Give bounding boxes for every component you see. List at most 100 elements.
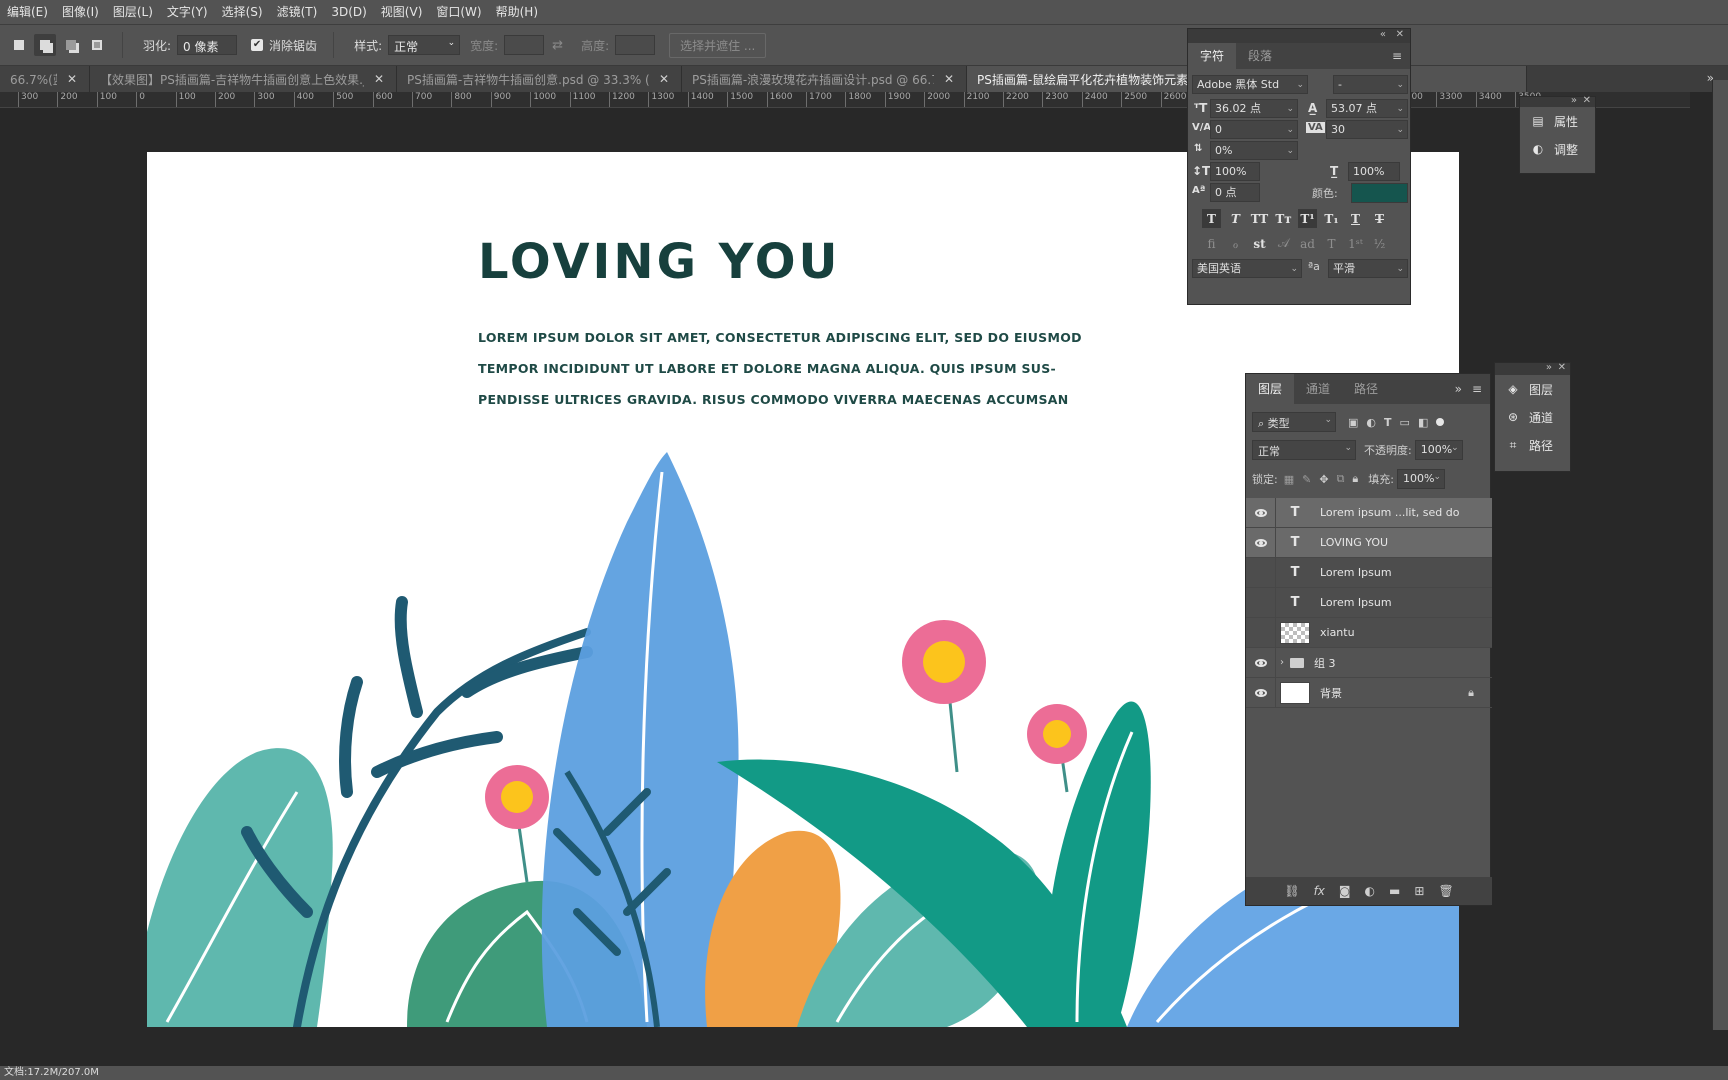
layer-row[interactable]: T Lorem Ipsum xyxy=(1246,557,1492,588)
menu-item[interactable]: 3D(D) xyxy=(324,0,373,24)
intersect-selection-button[interactable] xyxy=(86,34,108,56)
filter-shape-icon[interactable]: ▭ xyxy=(1400,416,1410,429)
new-layer-icon[interactable]: ⊞ xyxy=(1414,884,1424,898)
visibility-toggle[interactable] xyxy=(1246,527,1276,558)
close-icon[interactable]: ✕ xyxy=(67,72,77,86)
strikethrough-button[interactable]: T xyxy=(1370,209,1389,228)
paths-dock-item[interactable]: ⌗ 路径 xyxy=(1495,431,1570,459)
baseline-shift-input[interactable]: 0 点 xyxy=(1210,183,1260,202)
antialias-checkbox[interactable]: ✔ xyxy=(251,39,264,51)
select-and-mask-button[interactable]: 选择并遮住 ... xyxy=(669,32,767,58)
lock-transparent-icon[interactable]: ▦ xyxy=(1284,473,1294,486)
expand-icon[interactable]: » xyxy=(1546,362,1552,373)
horizontal-scale-input[interactable]: 100% xyxy=(1348,162,1400,181)
filter-adjustment-icon[interactable]: ◐ xyxy=(1366,416,1376,429)
mask-icon[interactable]: ◙ xyxy=(1339,884,1351,898)
document-tab[interactable]: 66.7%(蓝/... ✕ xyxy=(0,66,90,92)
close-icon[interactable]: ✕ xyxy=(659,72,669,86)
lock-icon[interactable]: 🔒︎ xyxy=(1468,686,1474,700)
visibility-toggle[interactable] xyxy=(1246,587,1276,618)
visibility-toggle[interactable] xyxy=(1246,557,1276,588)
lock-position-icon[interactable]: ✥ xyxy=(1319,473,1328,486)
expand-icon[interactable]: » xyxy=(1571,95,1577,106)
font-family-select[interactable]: Adobe 黑体 Std ⌄ xyxy=(1192,75,1308,94)
language-select[interactable]: 美国英语 ⌄ xyxy=(1192,259,1302,278)
new-selection-button[interactable] xyxy=(8,34,30,56)
menu-item[interactable]: 文字(Y) xyxy=(160,0,215,24)
document-tab[interactable]: 【效果图】PS插画篇-吉祥物牛插画创意上色效果.jpg ✕ xyxy=(90,66,397,92)
titling-alternates-button[interactable]: T xyxy=(1322,234,1341,253)
lock-artboard-icon[interactable]: ⧉ xyxy=(1337,472,1345,486)
discretionary-ligature-button[interactable]: st xyxy=(1250,234,1269,253)
menu-item[interactable]: 图像(I) xyxy=(55,0,106,24)
trash-icon[interactable]: 🗑︎ xyxy=(1438,884,1453,898)
filter-toggle-icon[interactable] xyxy=(1436,418,1445,426)
kerning-input[interactable]: 0 ⌄ xyxy=(1210,120,1298,139)
leading-input[interactable]: 53.07 点 ⌄ xyxy=(1326,99,1408,118)
antialias-select[interactable]: 平滑 ⌄ xyxy=(1328,259,1408,278)
menu-item[interactable]: 窗口(W) xyxy=(429,0,488,24)
height-input[interactable] xyxy=(615,35,656,55)
close-icon[interactable]: ✕ xyxy=(1558,362,1566,373)
expand-icon[interactable]: » xyxy=(1455,382,1462,396)
close-icon[interactable]: ✕ xyxy=(1396,29,1404,40)
tab-character[interactable]: 字符 xyxy=(1188,43,1237,69)
tab-paths[interactable]: 路径 xyxy=(1342,374,1390,404)
tracking-input[interactable]: 30 ⌄ xyxy=(1326,120,1408,139)
adjustment-layer-icon[interactable]: ◐ xyxy=(1365,884,1375,898)
new-group-icon[interactable]: ▬ xyxy=(1389,884,1400,898)
menu-item[interactable]: 帮助(H) xyxy=(489,0,545,24)
filter-text-icon[interactable]: T xyxy=(1384,416,1392,429)
faux-italic-button[interactable]: T xyxy=(1226,209,1245,228)
menu-item[interactable]: 视图(V) xyxy=(374,0,430,24)
menu-item[interactable]: 选择(S) xyxy=(215,0,270,24)
link-icon[interactable]: ⛓ xyxy=(1284,884,1299,898)
style-select[interactable]: 正常 ⌄ xyxy=(388,35,461,55)
color-swatch[interactable] xyxy=(1351,183,1408,203)
collapse-icon[interactable]: « xyxy=(1380,29,1386,40)
visibility-toggle[interactable] xyxy=(1246,647,1276,678)
layer-row[interactable]: T LOVING YOU xyxy=(1246,527,1492,558)
close-icon[interactable]: ✕ xyxy=(374,72,384,86)
menu-item[interactable]: 编辑(E) xyxy=(0,0,55,24)
horizontal-ruler[interactable]: 300 200 100 0 100 200 300 400 500 600 700 800 900 100… xyxy=(0,92,1690,108)
fx-icon[interactable]: fx xyxy=(1314,884,1325,898)
visibility-toggle[interactable] xyxy=(1246,677,1276,708)
proportional-spacing-input[interactable]: 0% ⌄ xyxy=(1210,141,1298,160)
font-style-select[interactable]: - ⌄ xyxy=(1333,75,1408,94)
swash-button[interactable]: 𝒜 xyxy=(1274,234,1293,253)
add-selection-button[interactable] xyxy=(34,34,56,56)
small-caps-button[interactable]: Tт xyxy=(1274,209,1293,228)
layer-row[interactable]: T Lorem ipsum ...lit, sed do xyxy=(1246,497,1492,528)
close-icon[interactable]: ✕ xyxy=(944,72,954,86)
tab-layers[interactable]: 图层 xyxy=(1246,374,1295,404)
superscript-button[interactable]: T¹ xyxy=(1298,209,1317,228)
visibility-toggle[interactable] xyxy=(1246,617,1276,648)
stylistic-alternates-button[interactable]: ad xyxy=(1298,234,1317,253)
faux-bold-button[interactable]: T xyxy=(1202,209,1221,228)
adjustments-dock-item[interactable]: ◐ 调整 xyxy=(1520,135,1595,163)
blend-mode-select[interactable]: 正常 ⌄ xyxy=(1252,440,1356,460)
opacity-input[interactable]: 100% ⌄ xyxy=(1414,440,1463,460)
layer-row[interactable]: › 组 3 xyxy=(1246,647,1492,678)
underline-button[interactable]: T xyxy=(1346,209,1365,228)
document-tab[interactable]: PS插画篇-吉祥物牛插画创意.psd @ 33.3% (图... ✕ xyxy=(397,66,682,92)
fractions-button[interactable]: ½ xyxy=(1370,234,1389,253)
tab-paragraph[interactable]: 段落 xyxy=(1236,43,1284,69)
layer-row[interactable]: T Lorem Ipsum xyxy=(1246,587,1492,618)
filter-image-icon[interactable]: ▣ xyxy=(1348,416,1358,429)
tab-channels[interactable]: 通道 xyxy=(1294,374,1342,404)
layer-row[interactable]: 背景 🔒︎ xyxy=(1246,677,1492,708)
ligature-button[interactable]: fi xyxy=(1202,234,1221,253)
all-caps-button[interactable]: TT xyxy=(1250,209,1269,228)
lock-pixels-icon[interactable]: ✎ xyxy=(1302,473,1311,486)
visibility-toggle[interactable] xyxy=(1246,497,1276,528)
layers-dock-item[interactable]: ◈ 图层 xyxy=(1495,375,1570,403)
close-icon[interactable]: ✕ xyxy=(1583,95,1591,106)
document-tab[interactable]: PS插画篇-浪漫玫瑰花卉插画设计.psd @ 66.7% ... ✕ xyxy=(682,66,967,92)
fill-input[interactable]: 100% ⌄ xyxy=(1397,469,1445,489)
menu-item[interactable]: 图层(L) xyxy=(106,0,160,24)
ordinals-button[interactable]: 1ˢᵗ xyxy=(1346,234,1365,253)
panel-menu-icon[interactable]: ≡ xyxy=(1472,382,1482,396)
swap-icon[interactable]: ⇄ xyxy=(552,38,563,53)
